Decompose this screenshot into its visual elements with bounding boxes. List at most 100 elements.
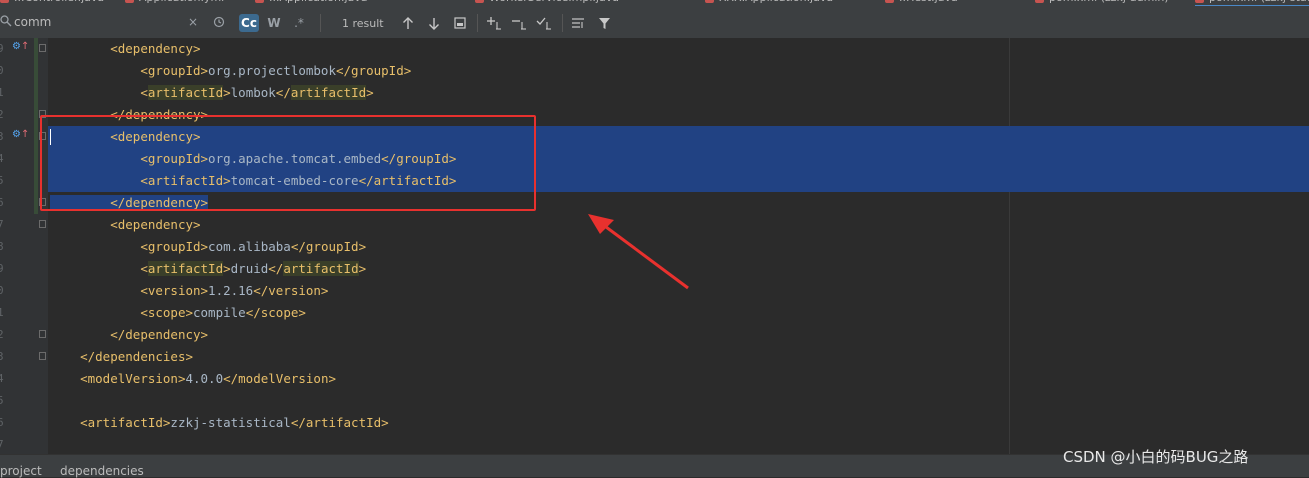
line-number: 7 (0, 438, 4, 451)
editor-tab[interactable]: Application.yml (125, 0, 224, 5)
previous-occurrence-icon[interactable] (400, 15, 416, 31)
history-icon[interactable] (212, 15, 226, 29)
code-text-token: org.projectlombok (208, 63, 336, 78)
search-result-count: 1 result (342, 17, 384, 30)
vcs-change-marker[interactable] (34, 82, 38, 104)
vcs-change-marker[interactable] (34, 126, 38, 148)
line-number: 5 (0, 394, 4, 407)
gutter-line[interactable]: 7 (0, 434, 48, 456)
code-line[interactable]: </dependencies> (48, 346, 1309, 368)
line-number: 8 (0, 240, 4, 253)
xml-tag-token: < (140, 261, 148, 276)
code-line[interactable]: </dependency> (48, 324, 1309, 346)
code-line[interactable]: <dependency> (48, 38, 1309, 60)
line-number: 7 (0, 218, 4, 231)
line-number: 2 (0, 108, 4, 121)
editor-tab[interactable]: ...Test.java (885, 0, 958, 5)
line-number: 9 (0, 42, 4, 55)
xml-tag-token: <dependency> (110, 41, 201, 56)
editor-tab-label: pom.xml (zzkj-statistical) (1209, 0, 1309, 4)
editor-tab-label: WorkerServiceImpl.java (489, 0, 619, 4)
editor-tab[interactable]: XXX.Application.java (705, 0, 833, 5)
dependency-gear-icon[interactable]: ⚙↑ (12, 129, 29, 140)
editor-tab[interactable]: pom.xml (zzkj-admin) (1035, 0, 1169, 5)
gutter-line[interactable]: 7 (0, 214, 48, 236)
editor-tab-label: Application.yml (139, 0, 224, 4)
fold-marker-icon[interactable] (39, 220, 46, 228)
line-number: 5 (0, 174, 4, 187)
toolbar-separator (320, 14, 321, 32)
whole-words-toggle[interactable]: W (265, 14, 283, 32)
gutter-line[interactable]: 9 ⚙↑ (0, 38, 48, 60)
line-number: 1 (0, 86, 4, 99)
xml-tag-token: > (358, 261, 367, 276)
gutter-line[interactable]: 8 (0, 236, 48, 258)
find-input[interactable] (14, 11, 184, 33)
code-line[interactable]: <artifactId>zzkj-statistical</artifactId… (48, 412, 1309, 434)
line-number: 4 (0, 152, 4, 165)
xml-tag-token: <scope> (140, 305, 193, 320)
code-line[interactable]: <scope>compile</scope> (48, 302, 1309, 324)
select-all-occurrences-icon[interactable] (452, 15, 468, 31)
editor-tab[interactable]: WorkerServiceImpl.java (475, 0, 619, 5)
line-number: 1 (0, 306, 4, 319)
xml-tag-token: </modelVersion> (223, 371, 336, 386)
match-case-toggle[interactable]: Cc (239, 14, 259, 32)
gutter-line[interactable]: 1 (0, 82, 48, 104)
editor-tab[interactable]: ...Controller.java (0, 0, 104, 5)
gutter-line[interactable]: 5 (0, 390, 48, 412)
editor-tab[interactable]: ...Application.java (255, 0, 368, 5)
multiline-icon[interactable] (570, 15, 586, 31)
gutter-line[interactable]: 6 (0, 412, 48, 434)
gutter-line[interactable]: 4 (0, 368, 48, 390)
clear-search-icon[interactable]: × (186, 15, 200, 29)
filter-icon[interactable] (596, 15, 612, 31)
next-occurrence-icon[interactable] (426, 15, 442, 31)
search-icon[interactable] (0, 15, 12, 27)
editor-gutter: 9 ⚙↑ 0 1 2 3 ⚙↑ 4 5 6 7 8 9 0 1 2 3 4 5 6 7 (0, 38, 48, 454)
toolbar-separator (562, 14, 563, 32)
vcs-change-marker[interactable] (34, 104, 38, 126)
line-number: 2 (0, 328, 4, 341)
vcs-change-marker[interactable] (34, 170, 38, 192)
gutter-line[interactable]: 0 (0, 280, 48, 302)
vcs-change-marker[interactable] (34, 60, 38, 82)
dependency-gear-icon[interactable]: ⚙↑ (12, 41, 29, 52)
gutter-line[interactable]: 2 (0, 324, 48, 346)
add-occurrence-icon[interactable] (485, 15, 503, 31)
code-line[interactable]: <artifactId>lombok</artifactId> (48, 82, 1309, 104)
editor-tab-label: ...Application.java (269, 0, 368, 4)
xml-tag-token: </scope> (245, 305, 306, 320)
vcs-change-marker[interactable] (34, 148, 38, 170)
regex-toggle[interactable]: .* (290, 14, 308, 32)
fold-marker-icon[interactable] (39, 352, 46, 360)
file-type-icon (1035, 0, 1044, 3)
file-type-icon (1195, 0, 1204, 3)
code-line[interactable] (48, 390, 1309, 412)
xml-tag-token: <artifactId> (80, 415, 171, 430)
remove-occurrence-icon[interactable] (510, 15, 528, 31)
line-number: 4 (0, 372, 4, 385)
toggle-occurrence-icon[interactable] (535, 15, 553, 31)
vcs-change-marker[interactable] (34, 38, 38, 60)
code-line[interactable]: <groupId>org.projectlombok</groupId> (48, 60, 1309, 82)
xml-tag-token: <groupId> (140, 63, 209, 78)
line-number: 0 (0, 284, 4, 297)
code-line[interactable]: <modelVersion>4.0.0</modelVersion> (48, 368, 1309, 390)
gutter-line[interactable]: 9 (0, 258, 48, 280)
gutter-line[interactable]: 3 (0, 346, 48, 368)
xml-tag-token: </ (268, 261, 284, 276)
watermark: CSDN @小白的码BUG之路 (1063, 448, 1249, 466)
xml-tag-token: artifactId (290, 85, 367, 100)
code-text-token: compile (193, 305, 246, 320)
vcs-change-marker[interactable] (34, 192, 38, 214)
gutter-line[interactable]: 0 (0, 60, 48, 82)
xml-tag-token: artifactId (283, 261, 359, 276)
fold-marker-icon[interactable] (39, 330, 46, 338)
gutter-line[interactable]: 1 (0, 302, 48, 324)
fold-marker-icon[interactable] (39, 44, 46, 52)
